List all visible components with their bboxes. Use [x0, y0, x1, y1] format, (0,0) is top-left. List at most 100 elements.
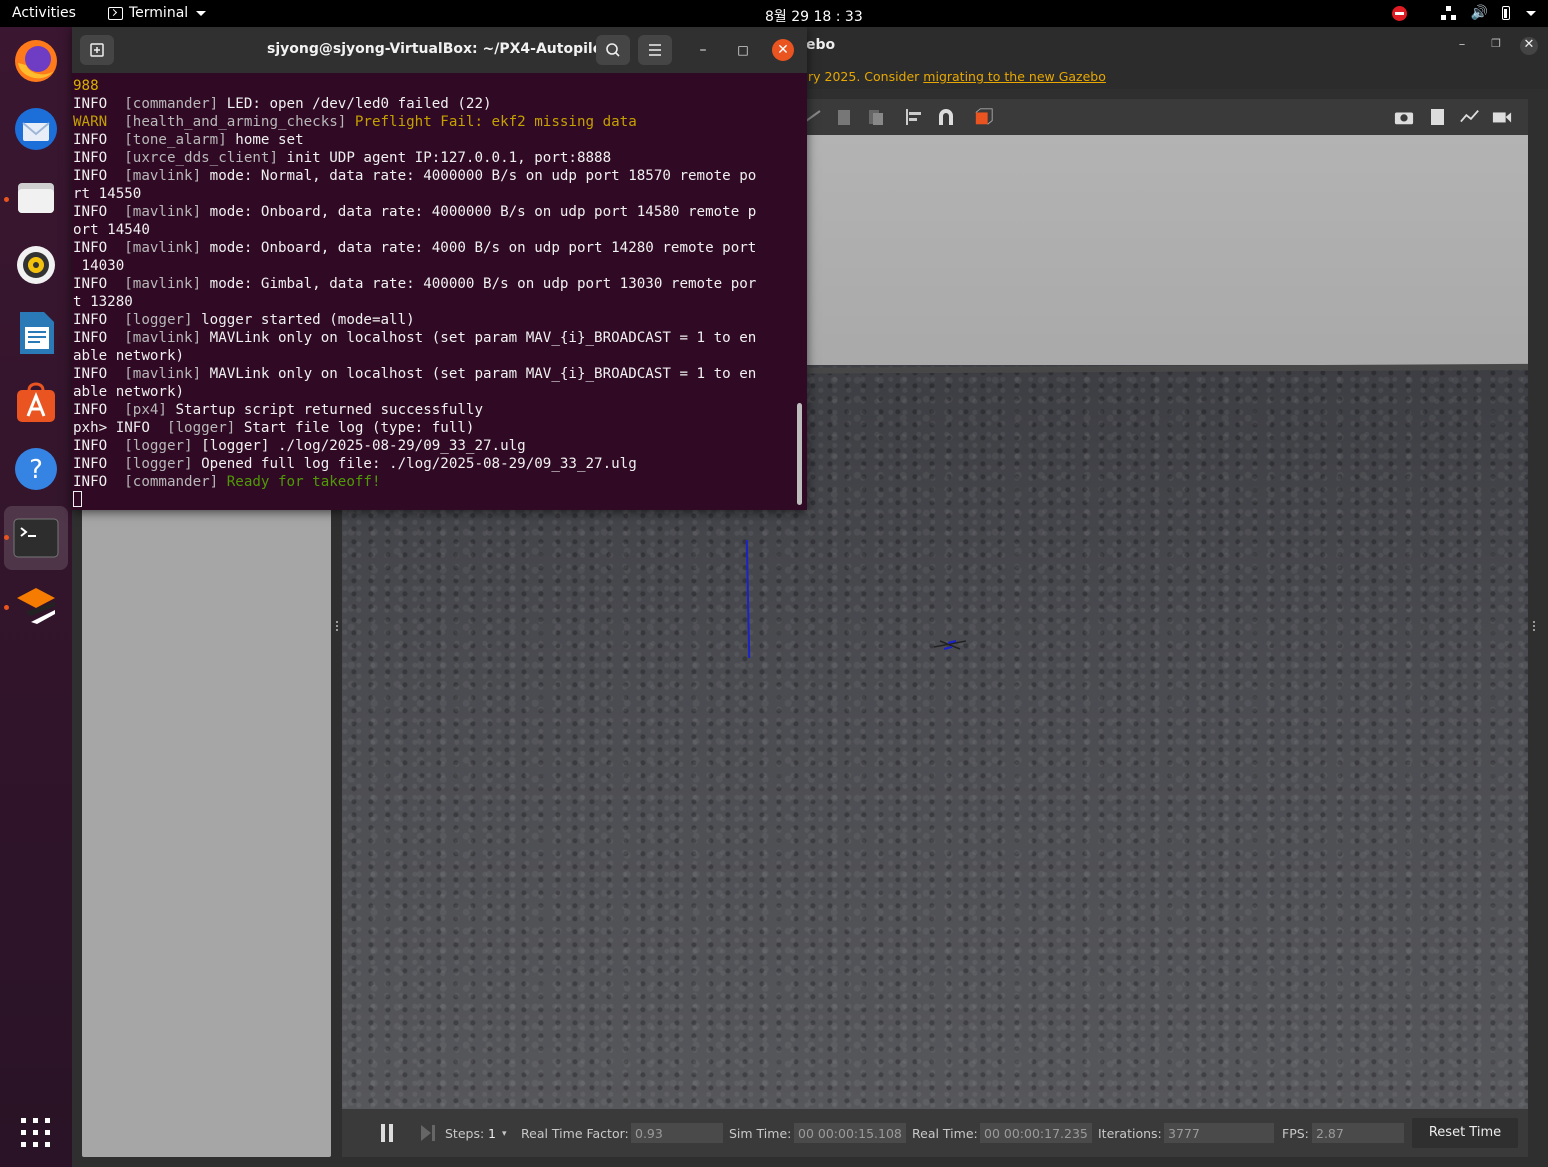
terminal-title: sjyong@sjyong-VirtualBox: ~/PX4-Autopilo…	[267, 41, 610, 57]
dock-files[interactable]	[10, 171, 62, 223]
banner-text: ry 2025. Consider	[808, 69, 924, 84]
dock-gazebo[interactable]	[10, 579, 62, 631]
terminal-text: mode: Onboard, data rate: 4000 B/s on ud…	[201, 240, 757, 256]
minimize-icon[interactable]: –	[1453, 37, 1471, 55]
minimize-icon[interactable]: –	[693, 40, 713, 60]
align-icon[interactable]	[804, 107, 824, 127]
chevron-down-icon	[196, 10, 207, 16]
terminal-line: INFO [logger] logger started (mode=all)	[73, 311, 793, 329]
libreoffice-writer-icon	[20, 312, 54, 354]
terminal-window[interactable]: sjyong@sjyong-VirtualBox: ~/PX4-Autopilo…	[72, 27, 807, 510]
search-button[interactable]	[596, 35, 630, 65]
terminal-text: INFO	[73, 366, 125, 382]
terminal-text: rt 14550	[73, 186, 142, 202]
maximize-icon[interactable]: □	[733, 40, 753, 60]
close-icon[interactable]: ✕	[772, 39, 794, 61]
terminal-text: [commander]	[124, 474, 219, 490]
volume-icon[interactable]: 🔊	[1471, 5, 1488, 21]
step-icon[interactable]	[420, 1124, 436, 1142]
migration-link[interactable]: migrating to the new Gazebo	[923, 69, 1106, 84]
snap-magnet-icon[interactable]	[936, 107, 956, 127]
terminal-line: 14030	[73, 257, 793, 275]
hamburger-menu-icon	[649, 44, 661, 56]
close-icon[interactable]: ✕	[1520, 37, 1538, 55]
terminal-text: [px4]	[124, 402, 167, 418]
terminal-headerbar[interactable]: sjyong@sjyong-VirtualBox: ~/PX4-Autopilo…	[72, 27, 807, 73]
do-not-disturb-icon[interactable]	[1391, 5, 1407, 21]
terminal-text: [mavlink]	[124, 204, 202, 220]
terminal-text: INFO	[73, 240, 125, 256]
terminal-text: able network)	[73, 348, 185, 364]
terminal-prompt-line[interactable]	[73, 491, 793, 509]
dock-thunderbird[interactable]	[10, 103, 62, 155]
dock-help[interactable]: ?	[10, 443, 62, 495]
new-tab-button[interactable]	[80, 35, 114, 65]
terminal-text: home set	[226, 132, 304, 148]
help-icon: ?	[15, 448, 57, 490]
log-icon[interactable]	[1428, 107, 1448, 127]
terminal-line: INFO [mavlink] mode: Onboard, data rate:…	[73, 203, 793, 221]
screenshot-camera-icon[interactable]	[1394, 107, 1414, 127]
drone-model[interactable]	[930, 635, 970, 655]
sim-time-value: 00 00:00:15.108	[794, 1123, 906, 1143]
activities-button[interactable]: Activities	[12, 5, 76, 21]
ubuntu-software-icon	[17, 382, 55, 422]
files-icon	[18, 183, 54, 213]
chevron-down-icon[interactable]: ▾	[502, 1129, 507, 1139]
plot-icon[interactable]	[1460, 107, 1480, 127]
paste-icon[interactable]	[866, 107, 886, 127]
dock-writer[interactable]	[10, 307, 62, 359]
video-record-icon[interactable]	[1492, 107, 1512, 127]
terminal-line: INFO [mavlink] MAVLink only on localhost…	[73, 365, 793, 383]
terminal-text: WARN	[73, 114, 125, 130]
network-icon[interactable]	[1440, 6, 1457, 20]
terminal-text: [mavlink]	[124, 366, 202, 382]
terminal-text: [tone_alarm]	[124, 132, 227, 148]
terminal-line: able network)	[73, 347, 793, 365]
terminal-text: t 13280	[73, 294, 133, 310]
terminal-line: INFO [logger] Opened full log file: ./lo…	[73, 455, 793, 473]
dock-software[interactable]	[10, 375, 62, 427]
system-tray[interactable]: 🔊	[1391, 5, 1536, 21]
terminal-text: [logger]	[124, 438, 193, 454]
align-left-icon[interactable]	[904, 107, 924, 127]
app-menu[interactable]: Terminal	[108, 5, 207, 21]
running-indicator	[4, 535, 9, 540]
terminal-text: LED: open /dev/led0 failed (22)	[218, 96, 492, 112]
terminal-line: ort 14540	[73, 221, 793, 239]
terminal-scrollbar[interactable]	[797, 403, 802, 505]
show-applications-button[interactable]	[10, 1107, 62, 1159]
menu-button[interactable]	[638, 35, 672, 65]
terminal-text: mode: Onboard, data rate: 4000000 B/s on…	[201, 204, 757, 220]
dock-terminal[interactable]	[4, 506, 68, 570]
dock-rhythmbox[interactable]	[10, 239, 62, 291]
dock-firefox[interactable]	[10, 35, 62, 87]
terminal-line: rt 14550	[73, 185, 793, 203]
reset-time-button[interactable]: Reset Time	[1412, 1118, 1518, 1148]
terminal-text: Startup script returned successfully	[166, 402, 484, 418]
terminal-text: 988	[73, 78, 99, 94]
terminal-output[interactable]: 988 INFO [commander] LED: open /dev/led0 …	[73, 77, 793, 507]
restore-icon[interactable]: ❐	[1487, 37, 1505, 55]
fps-label: FPS:	[1282, 1126, 1309, 1141]
thunderbird-icon	[15, 108, 57, 150]
splitter-handle[interactable]	[336, 621, 339, 635]
app-menu-label: Terminal	[129, 5, 189, 21]
gazebo-left-panel[interactable]	[82, 507, 331, 1157]
terminal-app-icon	[108, 6, 123, 20]
terminal-line: WARN [health_and_arming_checks] Prefligh…	[73, 113, 793, 131]
real-time-label: Real Time:	[912, 1126, 978, 1141]
splitter-handle[interactable]	[1533, 621, 1536, 635]
chevron-down-icon[interactable]	[1526, 10, 1536, 16]
view-angle-icon[interactable]	[974, 107, 994, 127]
terminal-text: [logger]	[124, 456, 193, 472]
iterations-label: Iterations:	[1098, 1126, 1162, 1141]
clock[interactable]: 8월 29 18 : 33	[765, 6, 863, 26]
copy-icon[interactable]	[834, 107, 854, 127]
pause-icon[interactable]	[380, 1124, 394, 1142]
steps-value[interactable]: 1	[488, 1126, 496, 1141]
terminal-text: INFO	[73, 96, 125, 112]
terminal-line: 988	[73, 77, 793, 95]
battery-icon[interactable]	[1502, 6, 1510, 20]
